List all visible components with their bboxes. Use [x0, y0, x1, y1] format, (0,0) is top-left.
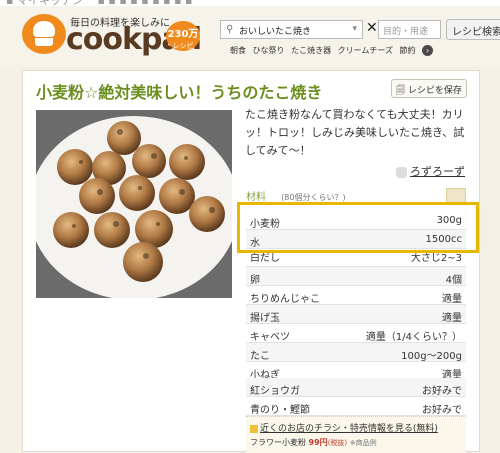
takoyaki-photo-image: [36, 110, 232, 298]
ingredient-row: 卵 4個: [246, 267, 466, 286]
save-recipe-label: レシピを保存: [407, 86, 462, 96]
ingredient-amount: 適量: [442, 313, 462, 324]
author-link[interactable]: ろずろーず: [396, 163, 465, 179]
keyword-link[interactable]: たこ焼き器: [291, 46, 331, 55]
ingredient-amount: お好みで: [422, 405, 462, 416]
ingredient-row: 水 1500cc: [246, 230, 466, 249]
recipe-count-unit: レシピ: [172, 42, 194, 50]
author-avatar-icon: [396, 166, 407, 178]
flyer-link[interactable]: 近くのお店のチラシ・特売情報を見る(無料): [250, 421, 438, 434]
recipe-photo[interactable]: [36, 110, 232, 298]
ingredient-amount: 適量（1/4くらい？）: [365, 332, 462, 343]
ingredient-name: キャベツ: [250, 332, 290, 343]
keyword-link[interactable]: 節約: [400, 46, 416, 55]
ingredient-row: キャベツ 適量（1/4くらい？）: [246, 324, 466, 343]
ingredient-name: たこ: [250, 351, 270, 362]
dropdown-caret-icon[interactable]: ▾: [352, 24, 357, 34]
search-input[interactable]: ⚲ おいしいたこ焼き ▾: [220, 20, 363, 39]
keyword-link[interactable]: 朝食: [230, 46, 246, 55]
ingredient-row: 小麦粉 300g: [246, 211, 466, 230]
keyword-link[interactable]: ひな祭り: [253, 46, 285, 55]
ingredient-row: たこ 100g〜200g: [246, 343, 466, 362]
purpose-input[interactable]: 目的・用途: [378, 20, 441, 39]
recipe-count-badge: 230万 レシピ: [166, 21, 200, 51]
ingredient-row: 青のり・鰹節 お好みで: [246, 397, 466, 416]
ingredient-amount: 100g〜200g: [401, 351, 462, 362]
tax-note: (税抜): [327, 439, 348, 447]
ingredient-name: 小麦粉: [250, 219, 280, 230]
chef-hat-icon: [33, 21, 55, 37]
ingredient-row: 紅ショウガ お好みで: [246, 378, 466, 397]
ingredient-name: 卵: [250, 275, 260, 286]
ingredient-name: 揚げ玉: [250, 313, 280, 324]
keyword-link[interactable]: クリームチーズ: [338, 46, 393, 55]
recipe-search-button[interactable]: レシピ検索: [446, 19, 500, 40]
ingredient-amount: 4個: [445, 275, 462, 286]
ingredient-name: 水: [250, 238, 260, 249]
clear-search-button[interactable]: ✕: [366, 20, 378, 36]
ingredient-row: 揚げ玉 適量: [246, 305, 466, 324]
search-icon: ⚲: [226, 24, 234, 35]
ingredient-amount: 適量: [442, 294, 462, 305]
ingredient-name: ちりめんじゃこ: [250, 294, 320, 305]
recipe-title: 小麦粉☆絶対美味しい！うちのたこ焼き: [36, 83, 323, 102]
product-example-note: ※商品例: [349, 439, 377, 447]
ingredient-name: 青のり・鰹節: [250, 405, 310, 416]
popular-keywords: 朝食 ひな祭り たこ焼き器 クリームチーズ 節約 ›: [230, 45, 437, 56]
servings-text: (80個分くらい？): [281, 193, 346, 202]
recipe-description: たこ焼き粉なんて買わなくても大丈夫！カリッ！トロッ！しみじみ美味しいたこ焼き、試…: [245, 108, 465, 157]
ingredient-amount: お好みで: [422, 386, 462, 397]
ingredient-row: ちりめんじゃこ 適量: [246, 286, 466, 305]
store-promo: 近くのお店のチラシ・特売情報を見る(無料) フラワー小麦粉 99円(税抜) ※商…: [246, 416, 466, 453]
author-name[interactable]: ろずろーず: [410, 165, 465, 178]
ingredient-amount: 1500cc: [425, 234, 462, 245]
recipe-count-number: 230万: [167, 29, 199, 40]
chef-hat-band: [35, 38, 53, 46]
save-recipe-button[interactable]: 🗐 レシピを保存: [391, 79, 467, 98]
promo-product: フラワー小麦粉 99円(税抜) ※商品例: [250, 437, 377, 448]
ingredient-name: 白だし: [250, 253, 280, 264]
ingredient-amount: 300g: [436, 215, 462, 226]
ingredient-row: 白だし 大さじ2~3: [246, 253, 466, 267]
flyer-icon: [250, 424, 258, 433]
product-price: 99円: [308, 438, 328, 447]
ingredient-name: 紅ショウガ: [250, 386, 300, 397]
flyer-link-label: 近くのお店のチラシ・特売情報を見る(無料): [260, 424, 438, 434]
cookpad-logo-icon[interactable]: [22, 14, 66, 54]
save-icon: 🗐: [396, 86, 405, 96]
search-value: おいしいたこ焼き: [239, 27, 312, 37]
more-arrow-icon[interactable]: ›: [422, 45, 434, 56]
ingredient-amount: 大さじ2~3: [410, 253, 462, 264]
product-name: フラワー小麦粉: [250, 438, 306, 447]
